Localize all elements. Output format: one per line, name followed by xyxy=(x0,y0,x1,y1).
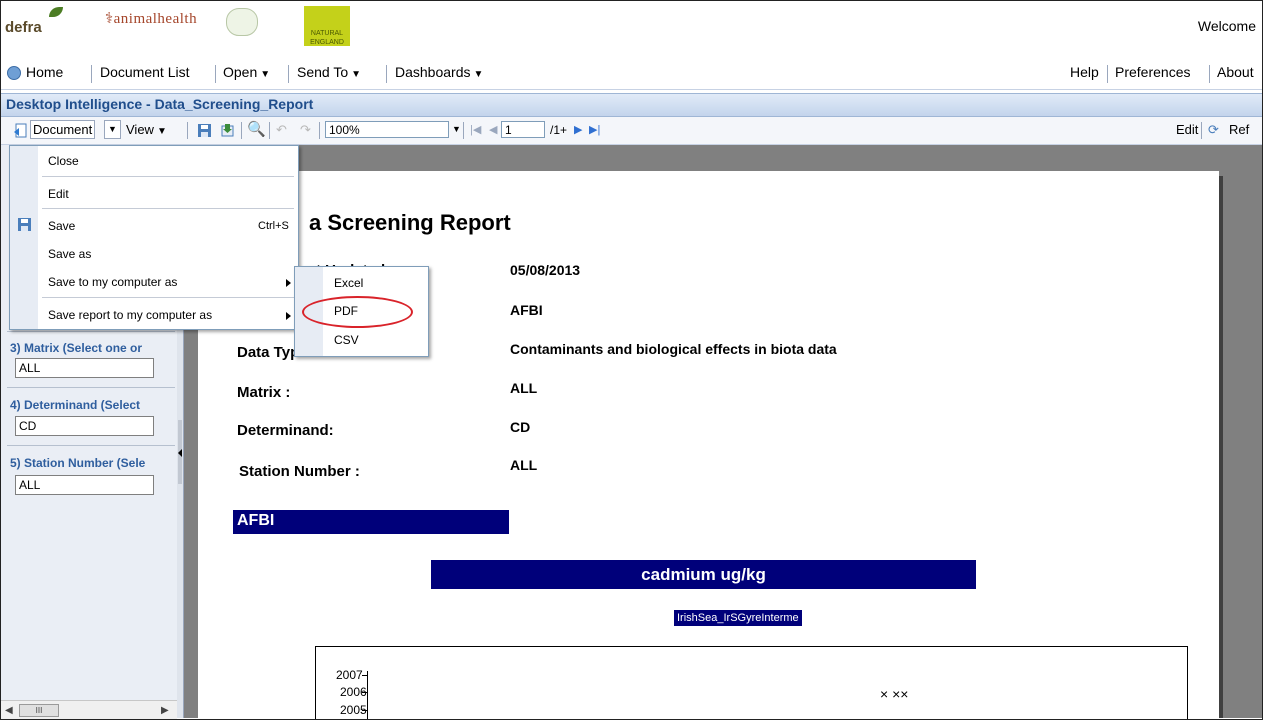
animal-emblem-icon xyxy=(226,8,258,36)
menu-edit[interactable]: Edit xyxy=(48,187,69,201)
save-icon[interactable] xyxy=(197,123,212,138)
save-to-computer-icon[interactable] xyxy=(220,123,235,138)
welcome-text: Welcome xyxy=(1197,18,1256,34)
view-label: View xyxy=(126,122,154,137)
chevron-down-icon: ▼ xyxy=(260,69,271,80)
last-page-icon[interactable]: ▶| xyxy=(589,123,600,136)
organisation-value: AFBI xyxy=(510,302,543,318)
natural-england-logo: NATURAL ENGLAND xyxy=(304,6,350,46)
defra-logo: defra xyxy=(5,7,63,36)
station-number-label: Station Number : xyxy=(239,463,360,480)
data-type-value: Contaminants and biological effects in b… xyxy=(510,341,837,357)
data-markers: × ×× xyxy=(880,686,909,702)
format-csv[interactable]: CSV xyxy=(334,333,359,347)
menu-save-to-computer[interactable]: Save to my computer as xyxy=(48,275,177,289)
horizontal-scrollbar[interactable]: ◀ III ▶ xyxy=(1,700,177,719)
chevron-down-icon: ▼ xyxy=(473,69,484,80)
determinand-prompt-input[interactable]: CD xyxy=(15,416,154,436)
document-title: Desktop Intelligence - Data_Screening_Re… xyxy=(6,96,314,112)
station-tag: IrishSea_IrSGyreInterme xyxy=(674,610,802,626)
section-header-bar: AFBI xyxy=(233,510,509,534)
animalhealth-logo: ⚕animalhealth xyxy=(105,11,198,27)
station-number-value: ALL xyxy=(510,457,538,473)
format-excel[interactable]: Excel xyxy=(334,276,363,290)
help-link[interactable]: Help xyxy=(1070,64,1099,80)
save-shortcut: Ctrl+S xyxy=(258,220,289,232)
home-link[interactable]: Home xyxy=(26,64,63,80)
first-page-icon[interactable]: |◀ xyxy=(470,123,481,136)
top-menu-bar: Home Document List Open ▼ Send To ▼ Dashbo… xyxy=(1,59,1262,90)
document-dropdown-arrow[interactable]: ▼ xyxy=(104,120,121,139)
edit-button[interactable]: Edit xyxy=(1176,122,1198,137)
document-toolbar: Document ▼ View ▼ 🔍 ↶ ↷ 100% ▼ |◀ ◀ 1 /1+… xyxy=(1,117,1262,145)
menu-save-as[interactable]: Save as xyxy=(48,247,91,261)
chevron-down-icon: ▼ xyxy=(351,69,362,80)
undo-icon[interactable]: ↶ xyxy=(276,122,287,138)
chart-frame: 2007 2006 2005 × ×× xyxy=(315,646,1188,719)
station-prompt-label: 5) Station Number (Sele xyxy=(10,456,146,470)
prev-page-icon[interactable]: ◀ xyxy=(489,123,497,136)
send-to-label: Send To xyxy=(297,64,349,80)
determinand-prompt-label: 4) Determinand (Select xyxy=(10,398,141,412)
document-title-bar: Desktop Intelligence - Data_Screening_Re… xyxy=(1,93,1262,117)
menu-close[interactable]: Close xyxy=(48,154,79,168)
find-icon[interactable]: 🔍 xyxy=(247,120,266,138)
home-icon[interactable] xyxy=(7,66,21,80)
collapse-panel-icon[interactable] xyxy=(178,420,182,484)
page-number-field[interactable]: 1 xyxy=(501,121,545,138)
document-icon xyxy=(14,123,27,138)
refresh-button[interactable]: Ref xyxy=(1229,122,1249,137)
redo-icon[interactable]: ↷ xyxy=(300,122,311,138)
document-menu-button[interactable]: Document xyxy=(30,120,96,139)
open-menu[interactable]: Open ▼ xyxy=(223,64,270,80)
view-menu[interactable]: View ▼ xyxy=(126,122,167,137)
matrix-value: ALL xyxy=(510,380,538,396)
last-updated-value: 05/08/2013 xyxy=(510,262,581,278)
zoom-dropdown-icon[interactable]: ▼ xyxy=(452,124,461,134)
dashboards-label: Dashboards xyxy=(395,64,471,80)
send-to-menu[interactable]: Send To ▼ xyxy=(297,64,361,80)
save-icon xyxy=(18,218,31,231)
station-prompt-input[interactable]: ALL xyxy=(15,475,154,495)
zoom-field[interactable]: 100% xyxy=(325,121,449,138)
y-tick: 2007 xyxy=(336,668,363,682)
scroll-left-icon[interactable]: ◀ xyxy=(5,705,13,716)
about-link[interactable]: About xyxy=(1217,64,1254,80)
section-header: AFBI xyxy=(237,512,275,529)
matrix-prompt-input[interactable]: ALL xyxy=(15,358,154,378)
chart-title: cadmium ug/kg xyxy=(641,565,766,584)
determinand-value: CD xyxy=(510,419,531,435)
banner: defra ⚕animalhealth NATURAL ENGLAND Welco… xyxy=(1,1,1262,46)
determinand-label: Determinand: xyxy=(237,422,334,439)
matrix-prompt-label: 3) Matrix (Select one or xyxy=(10,341,143,355)
dashboards-menu[interactable]: Dashboards ▼ xyxy=(395,64,483,80)
page-total: /1+ xyxy=(550,123,568,137)
next-page-icon[interactable]: ▶ xyxy=(574,123,582,136)
menu-save-report-to-computer[interactable]: Save report to my computer as xyxy=(48,308,212,322)
document-menu: Close Edit Save Ctrl+S Save as Save to m… xyxy=(9,145,299,330)
chevron-down-icon: ▼ xyxy=(156,126,167,137)
matrix-label: Matrix : xyxy=(237,384,291,401)
chart-title-bar: cadmium ug/kg xyxy=(431,560,976,589)
pdf-highlight-annotation xyxy=(302,296,413,328)
report-page xyxy=(198,171,1219,718)
submenu-arrow-icon xyxy=(286,279,291,287)
document-list-link[interactable]: Document List xyxy=(100,64,189,80)
scroll-thumb[interactable]: III xyxy=(19,704,59,717)
scroll-right-icon[interactable]: ▶ xyxy=(161,705,169,716)
open-label: Open xyxy=(223,64,258,80)
refresh-icon[interactable]: ⟳ xyxy=(1208,122,1219,138)
preferences-link[interactable]: Preferences xyxy=(1115,64,1190,80)
report-title: a Screening Report xyxy=(309,210,511,235)
submenu-arrow-icon xyxy=(286,312,291,320)
menu-save[interactable]: Save xyxy=(48,219,75,233)
